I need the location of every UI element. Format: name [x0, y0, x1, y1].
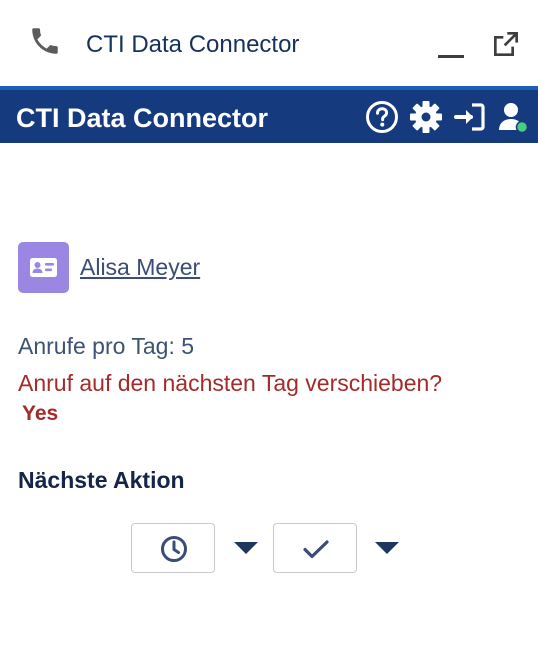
login-icon[interactable]	[453, 100, 487, 134]
reschedule-question: Anruf auf den nächsten Tag verschieben?	[18, 370, 443, 396]
contact-avatar	[18, 242, 69, 293]
complete-button[interactable]	[273, 523, 357, 573]
calls-per-day-text: Anrufe pro Tag: 5	[18, 333, 195, 359]
contact-name-link[interactable]: Alisa Meyer	[80, 253, 200, 281]
window-title: CTI Data Connector	[86, 31, 300, 58]
app-header: CTI Data Connector	[0, 90, 538, 143]
window-bar: CTI Data Connector	[0, 0, 538, 86]
minimize-button[interactable]	[436, 30, 466, 60]
phone-icon	[32, 28, 58, 54]
schedule-dropdown-caret[interactable]	[233, 541, 259, 555]
app-title: CTI Data Connector	[16, 103, 269, 133]
next-action-title: Nächste Aktion	[18, 467, 185, 493]
popout-icon[interactable]	[490, 28, 522, 60]
complete-dropdown-caret[interactable]	[374, 541, 400, 555]
schedule-button[interactable]	[131, 523, 215, 573]
contact-card-icon	[30, 258, 57, 277]
help-icon[interactable]	[365, 100, 399, 134]
clock-icon	[161, 536, 187, 562]
gear-icon[interactable]	[409, 100, 443, 134]
user-status-icon[interactable]	[497, 100, 529, 134]
checkmark-icon	[303, 540, 329, 559]
yes-link[interactable]: Yes	[22, 401, 58, 427]
